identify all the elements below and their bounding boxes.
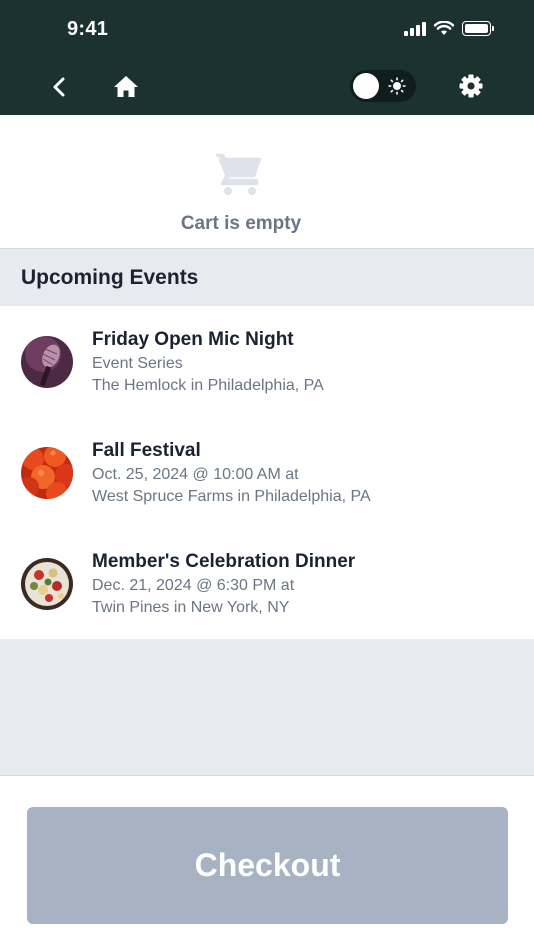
tomatoes-photo xyxy=(21,447,73,499)
status-icons xyxy=(404,21,494,36)
chevron-left-icon xyxy=(53,77,65,97)
settings-button[interactable] xyxy=(457,71,485,101)
status-time: 9:41 xyxy=(67,18,109,40)
theme-toggle[interactable] xyxy=(350,70,416,102)
empty-spacer xyxy=(0,639,534,776)
home-icon xyxy=(114,76,138,97)
event-date: Dec. 21, 2024 @ 6:30 PM at xyxy=(92,577,295,594)
checkout-button[interactable]: Checkout xyxy=(27,807,508,924)
cart-empty-text: Cart is empty xyxy=(180,213,302,234)
events-section-header: Upcoming Events xyxy=(0,248,534,306)
event-title: Member's Celebration Dinner xyxy=(92,551,356,572)
checkout-footer: Checkout xyxy=(0,777,534,950)
event-location: The Hemlock in Philadelphia, PA xyxy=(92,377,324,394)
event-subtitle: Event Series xyxy=(92,355,183,372)
wifi-icon xyxy=(434,21,454,35)
cart-summary: Cart is empty xyxy=(0,115,534,248)
event-location: West Spruce Farms in Philadelphia, PA xyxy=(92,488,371,505)
event-item-fall-festival[interactable]: Fall Festival Oct. 25, 2024 @ 10:00 AM a… xyxy=(0,417,534,528)
sun-icon xyxy=(388,77,406,95)
event-list: Friday Open Mic Night Event Series The H… xyxy=(0,306,534,639)
event-item-open-mic[interactable]: Friday Open Mic Night Event Series The H… xyxy=(0,306,534,417)
event-title: Friday Open Mic Night xyxy=(92,329,294,350)
gear-icon xyxy=(459,74,483,98)
toggle-knob xyxy=(353,73,379,99)
shopping-cart-icon xyxy=(216,153,262,195)
signal-icon xyxy=(404,21,426,36)
event-date: Oct. 25, 2024 @ 10:00 AM at xyxy=(92,466,299,483)
event-location: Twin Pines in New York, NY xyxy=(92,599,290,616)
app-header: 9:41 xyxy=(0,0,534,115)
event-item-celebration-dinner[interactable]: Member's Celebration Dinner Dec. 21, 202… xyxy=(0,528,534,639)
event-title: Fall Festival xyxy=(92,440,201,461)
battery-icon xyxy=(462,21,494,36)
back-button[interactable] xyxy=(46,72,74,102)
section-title: Upcoming Events xyxy=(21,266,199,289)
home-button[interactable] xyxy=(111,71,141,101)
salad-platter-photo xyxy=(21,558,73,610)
microphone-photo xyxy=(21,336,73,388)
